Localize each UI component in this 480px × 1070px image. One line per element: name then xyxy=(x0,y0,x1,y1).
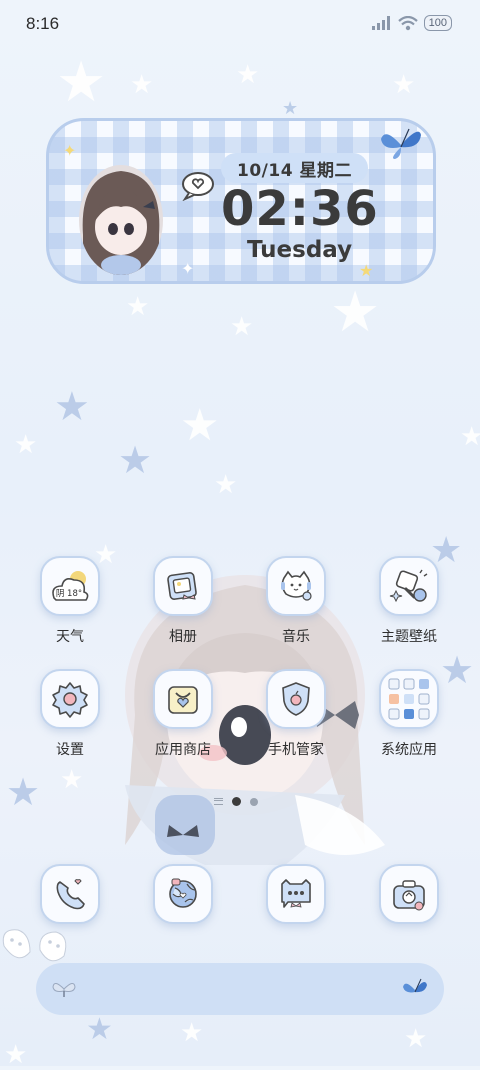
weather-text: 阴 18° xyxy=(56,589,82,599)
dock-messages[interactable] xyxy=(266,864,326,924)
dock-camera[interactable] xyxy=(379,864,439,924)
star-icon: ★ xyxy=(392,70,416,100)
messages-icon[interactable] xyxy=(266,864,326,924)
clock-time: 02:36 xyxy=(221,181,379,237)
app-gallery[interactable]: 相册 xyxy=(128,556,238,646)
app-system-folder[interactable]: 系统应用 xyxy=(354,669,464,759)
star-icon: ★ xyxy=(330,280,381,345)
star-icon: ★ xyxy=(180,400,220,451)
weekday-label: Tuesday xyxy=(247,237,353,263)
status-time: 8:16 xyxy=(26,14,60,33)
star-icon: ★ xyxy=(6,770,41,814)
star-icon: ★ xyxy=(56,50,107,115)
security-icon[interactable] xyxy=(266,669,326,729)
status-icons: 100 xyxy=(371,15,452,31)
status-bar: 8:16 100 xyxy=(0,0,480,48)
app-label: 手机管家 xyxy=(268,742,324,758)
sparkle-icon: ✦ xyxy=(63,141,77,160)
clock-widget[interactable]: 10/14 星期二 02:36 Tuesday ✦ ✦ ★ xyxy=(46,118,436,284)
star-icon: ★ xyxy=(60,765,84,795)
battery-icon: 100 xyxy=(423,15,452,31)
system-apps-folder-icon[interactable] xyxy=(379,669,439,729)
wifi-icon xyxy=(397,15,418,30)
app-label: 设置 xyxy=(56,742,84,758)
sparkle-icon: ✦ xyxy=(181,259,195,278)
sparkle-icon: ★ xyxy=(359,261,374,280)
gallery-icon[interactable] xyxy=(153,556,213,616)
avatar xyxy=(79,165,163,275)
star-icon: ★ xyxy=(404,1024,428,1054)
theme-icon[interactable] xyxy=(379,556,439,616)
app-label: 系统应用 xyxy=(381,742,437,758)
app-label: 天气 xyxy=(56,629,84,645)
app-label: 音乐 xyxy=(282,629,310,645)
page-indicator[interactable] xyxy=(214,797,258,806)
butterfly-icon xyxy=(381,128,421,159)
browser-icon[interactable] xyxy=(153,864,213,924)
app-settings[interactable]: 设置 xyxy=(15,669,125,759)
dock-browser[interactable] xyxy=(153,864,213,924)
search-bar[interactable] xyxy=(36,963,444,1015)
app-security[interactable]: 手机管家 xyxy=(241,669,351,759)
app-label: 应用商店 xyxy=(155,742,211,758)
star-icon: ★ xyxy=(54,384,90,430)
star-icon: ★ xyxy=(460,422,480,452)
star-icon: ★ xyxy=(130,70,154,100)
star-icon: ★ xyxy=(214,470,238,500)
star-icon: ★ xyxy=(180,1018,204,1048)
star-icon: ★ xyxy=(14,430,38,460)
page-dot-active[interactable] xyxy=(232,797,241,806)
music-icon[interactable] xyxy=(266,556,326,616)
weather-icon[interactable]: 阴 18° xyxy=(40,556,100,616)
page-list-icon[interactable] xyxy=(214,798,223,805)
settings-icon[interactable] xyxy=(40,669,100,729)
star-icon: ★ xyxy=(126,292,150,322)
star-icon: ★ xyxy=(282,98,299,119)
app-music[interactable]: 音乐 xyxy=(241,556,351,646)
heart-bubble-icon xyxy=(182,172,214,201)
app-label: 主题壁纸 xyxy=(381,629,437,645)
star-icon: ★ xyxy=(230,312,254,342)
star-icon: ★ xyxy=(118,438,153,482)
camera-icon[interactable] xyxy=(379,864,439,924)
butterfly-icon xyxy=(52,983,76,997)
dock-phone[interactable] xyxy=(40,864,100,924)
app-weather[interactable]: 阴 18° 天气 xyxy=(15,556,125,646)
star-icon: ★ xyxy=(86,1012,113,1047)
app-store-icon[interactable] xyxy=(153,669,213,729)
date-label: 10/14 星期二 xyxy=(221,153,368,183)
star-icon: ★ xyxy=(236,60,260,90)
app-store[interactable]: 应用商店 xyxy=(128,669,238,759)
app-label: 相册 xyxy=(169,629,197,645)
signal-icon xyxy=(371,16,390,30)
butterfly-icon xyxy=(403,978,427,993)
app-theme[interactable]: 主题壁纸 xyxy=(354,556,464,646)
phone-icon[interactable] xyxy=(40,864,100,924)
page-dot[interactable] xyxy=(250,797,258,806)
